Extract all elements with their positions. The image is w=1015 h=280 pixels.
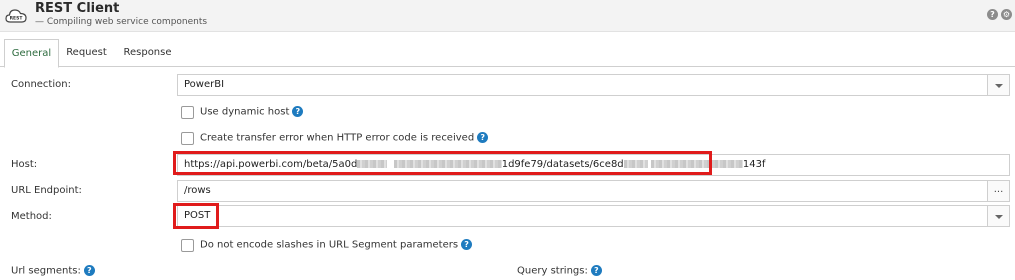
gear-icon[interactable]: ⚙ — [1001, 9, 1012, 20]
question-icon[interactable]: ? — [987, 9, 998, 20]
tab-request[interactable]: Request — [64, 39, 109, 67]
no-encode-checkbox[interactable] — [181, 239, 194, 252]
connection-label: Connection: — [11, 79, 71, 90]
endpoint-value: /rows — [184, 185, 211, 196]
host-suffix: 143f — [742, 159, 766, 170]
chevron-down-icon[interactable] — [987, 206, 1009, 226]
transfer-error-label: Create transfer error when HTTP error co… — [200, 132, 475, 144]
url-segments-heading: Url segments:? — [11, 265, 95, 277]
help-icon[interactable]: ? — [461, 239, 473, 250]
connection-select[interactable]: PowerBI — [177, 74, 1010, 96]
method-select[interactable]: POST — [177, 205, 1010, 227]
dynamic-host-checkbox[interactable] — [181, 106, 194, 119]
chevron-down-icon[interactable] — [987, 75, 1009, 95]
dialog-subtitle: — Compiling web service components — [35, 17, 208, 27]
tab-general[interactable]: General — [4, 39, 59, 68]
rest-cloud-logo-icon: REST — [5, 9, 27, 23]
host-label: Host: — [11, 159, 38, 170]
help-icon[interactable]: ? — [590, 265, 602, 276]
query-strings-label: Query strings: — [517, 265, 588, 277]
method-label: Method: — [11, 211, 52, 222]
svg-text:REST: REST — [10, 16, 24, 22]
help-icon[interactable]: ? — [292, 106, 304, 117]
tab-bar: General Request Response — [0, 39, 1015, 68]
dialog-title: REST Client — [35, 1, 120, 16]
connection-value: PowerBI — [184, 79, 225, 90]
help-icon[interactable]: ? — [477, 132, 489, 143]
endpoint-label: URL Endpoint: — [11, 185, 82, 196]
transfer-error-checkbox[interactable] — [181, 132, 194, 145]
tab-response[interactable]: Response — [120, 39, 175, 67]
method-highlight-box — [173, 203, 219, 229]
host-highlight-box — [173, 151, 712, 175]
ellipsis-button[interactable]: ... — [987, 181, 1009, 201]
query-strings-heading: Query strings:? — [517, 265, 602, 277]
endpoint-input[interactable]: /rows ... — [177, 180, 1010, 202]
no-encode-label: Do not encode slashes in URL Segment par… — [200, 239, 459, 251]
dynamic-host-label: Use dynamic host — [200, 106, 290, 118]
url-segments-label: Url segments: — [11, 265, 81, 277]
dialog-header: REST REST Client — Compiling web service… — [0, 0, 1015, 32]
help-icon[interactable]: ? — [83, 265, 95, 276]
